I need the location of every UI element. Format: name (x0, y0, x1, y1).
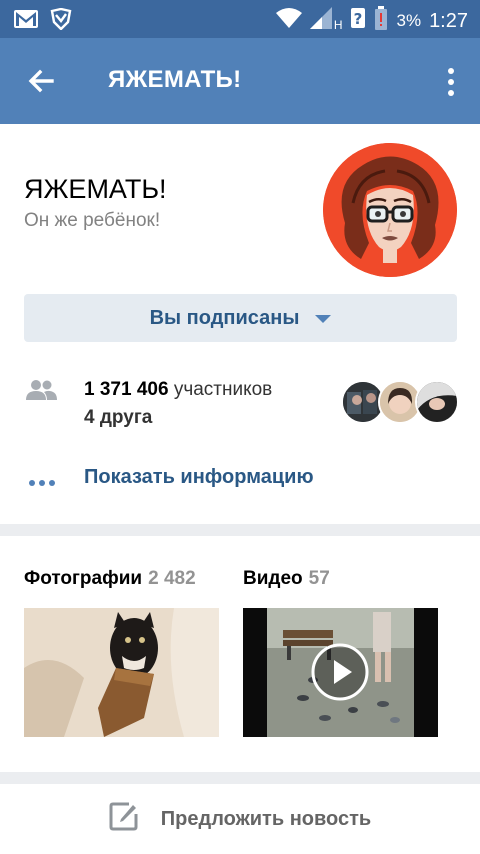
battery-low-icon (374, 6, 388, 36)
media-card: Фотографии 2 482 Видео 57 (0, 536, 480, 772)
group-status: Он же ребёнок! (24, 210, 161, 231)
shield-app-icon (50, 7, 72, 35)
video-thumbnail[interactable] (243, 608, 438, 737)
suggest-news-label: Предложить новость (160, 807, 372, 830)
more-horizontal-icon (28, 474, 56, 492)
videos-header[interactable]: Видео 57 (243, 568, 330, 590)
caret-down-icon (315, 315, 332, 323)
edit-icon (109, 801, 139, 837)
clock: 1:27 (429, 9, 468, 32)
toolbar: ЯЖЕМАТЬ! (0, 38, 480, 124)
subscribed-label: Вы подписаны (149, 306, 300, 329)
friends-count: 4 друга (84, 407, 153, 428)
photo-image (24, 608, 219, 737)
videos-count: 57 (308, 568, 330, 589)
people-icon (24, 378, 58, 407)
members-count: 1 371 406 (84, 379, 169, 400)
friend-avatar (415, 380, 459, 424)
toolbar-title: ЯЖЕМАТЬ! (108, 66, 242, 93)
group-name: ЯЖЕМАТЬ! (24, 174, 167, 204)
friend-avatars[interactable] (341, 380, 459, 424)
back-button[interactable] (22, 64, 58, 100)
gmail-icon (14, 10, 38, 33)
status-bar: H ? 3% 1:27 (0, 0, 480, 38)
suggest-news-button[interactable]: Предложить новость (0, 784, 480, 854)
signal-icon (309, 7, 332, 35)
arrow-back-icon (28, 69, 54, 93)
videos-label: Видео (243, 568, 303, 589)
show-info-row[interactable]: Показать информацию (0, 458, 480, 498)
photo-thumbnail[interactable] (24, 608, 219, 737)
network-type-label: H (333, 18, 343, 32)
more-menu-button[interactable] (444, 64, 458, 100)
group-avatar[interactable] (323, 143, 457, 277)
photos-label: Фотографии (24, 568, 143, 589)
group-avatar-illustration (323, 143, 457, 277)
play-button-icon[interactable] (310, 642, 370, 707)
photos-count: 2 482 (148, 568, 196, 589)
members-row[interactable]: 1 371 406 участников 4 друга (0, 374, 480, 434)
battery-percent: 3% (396, 11, 422, 30)
subscribed-dropdown-button[interactable]: Вы подписаны (24, 294, 457, 342)
svg-text:?: ? (354, 10, 363, 28)
photos-header[interactable]: Фотографии 2 482 (24, 568, 196, 590)
sim-unknown-icon: ? (350, 7, 366, 35)
more-vertical-icon (448, 68, 454, 96)
suggest-news-card: Предложить новость (0, 784, 480, 854)
group-header-card: ЯЖЕМАТЬ! Он же ребёнок! Вы подписаны 1 3… (0, 124, 480, 524)
members-word: участников (173, 379, 273, 400)
show-info-link[interactable]: Показать информацию (84, 466, 314, 489)
wifi-icon (275, 8, 302, 34)
